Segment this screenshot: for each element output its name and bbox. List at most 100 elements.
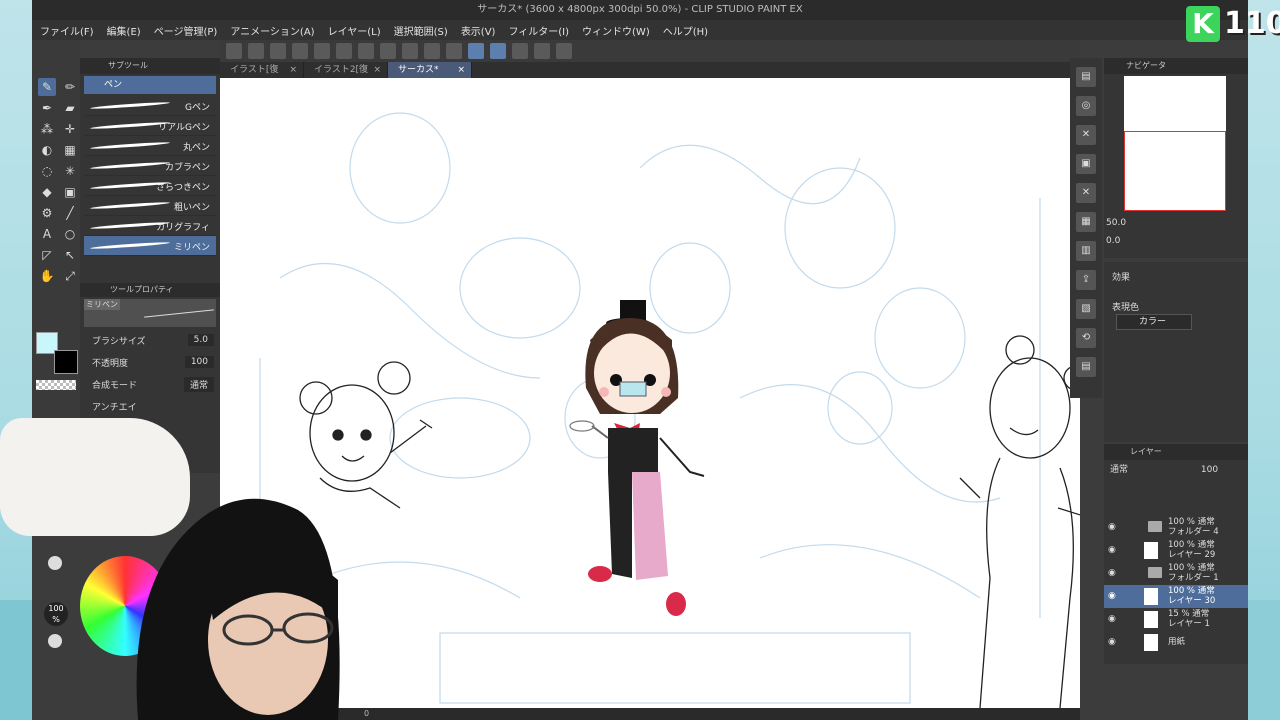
save-icon[interactable] [292,43,308,59]
history-icon[interactable]: ⟲ [1076,328,1096,348]
eyedropper-tool-icon[interactable]: ⤢ [61,267,79,285]
move-tool-icon[interactable]: ✛ [61,120,79,138]
gradient-tool-icon[interactable]: ▣ [61,183,79,201]
brush-rough-pen[interactable]: さらつきペン [84,176,216,196]
opacity-chip[interactable]: 100 % [44,602,68,626]
loading-icon[interactable] [358,43,374,59]
brush-milli-pen[interactable]: ミリペン [84,236,216,256]
transform-icon[interactable] [424,43,440,59]
subtool-group[interactable]: ペン [84,76,216,94]
slider-knob[interactable] [48,634,62,648]
menu-window[interactable]: ウィンドウ(W) [582,23,650,38]
new-file-icon[interactable] [248,43,264,59]
close-icon[interactable]: ✕ [1076,125,1096,145]
close-icon[interactable]: × [457,62,465,78]
brush-coarse-pen[interactable]: 粗いペン [84,196,216,216]
layer-row-selected[interactable]: ◉ 100 % 通常 レイヤー 30 [1104,585,1248,608]
balloon-tool-icon[interactable]: ○ [61,225,79,243]
brush-round-pen[interactable]: 丸ペン [84,136,216,156]
brush-size-value[interactable]: 5.0 [187,334,214,346]
brush-tool-icon[interactable]: ✒ [38,99,56,117]
redo-icon[interactable] [336,43,352,59]
frame-tool-icon[interactable]: ▦ [61,141,79,159]
tab-circus[interactable]: サーカス* × [388,62,472,78]
menu-help[interactable]: ヘルプ(H) [663,23,708,38]
visibility-eye-icon[interactable]: ◉ [1108,591,1116,601]
tab-illust[interactable]: イラスト[復元]*× [220,62,304,91]
visibility-eye-icon[interactable]: ◉ [1108,614,1116,624]
opacity-value[interactable]: 100 [184,356,214,368]
export-icon[interactable]: ⇪ [1076,270,1096,290]
menu-file[interactable]: ファイル(F) [40,23,94,38]
delete-icon[interactable]: ✕ [1076,183,1096,203]
transparent-color-swatch[interactable] [36,380,76,390]
expression-color-select[interactable]: カラー [1116,314,1192,330]
brush-size-row[interactable]: ブラシサイズ 5.0 [80,329,220,351]
undo-icon[interactable] [314,43,330,59]
layer-row[interactable]: ◉ 100 % 通常 フォルダー 4 [1104,516,1248,539]
pen-tool-icon[interactable]: ✎ [38,78,56,96]
grid-icon[interactable]: ▦ [1076,212,1096,232]
lasso-tool-icon[interactable]: ◌ [38,162,56,180]
visibility-eye-icon[interactable]: ◉ [1108,637,1116,647]
open-icon[interactable] [270,43,286,59]
decoration-tool-icon[interactable]: ⁂ [38,120,56,138]
ruler-snap-icon[interactable] [468,43,484,59]
menu-view[interactable]: 表示(V) [461,23,496,38]
figure-tool-icon[interactable]: ◸ [38,246,56,264]
visibility-eye-icon[interactable]: ◉ [1108,545,1116,555]
layer-row[interactable]: ◉ 100 % 通常 レイヤー 29 [1104,539,1248,562]
magic-wand-icon[interactable]: ✳ [61,162,79,180]
opacity-row[interactable]: 不透明度 100 [80,351,220,373]
size-slider[interactable] [48,556,62,648]
special-ruler-snap-icon[interactable] [490,43,506,59]
menu-animation[interactable]: アニメーション(A) [230,23,314,38]
clear-icon[interactable] [402,43,418,59]
document-icon[interactable] [534,43,550,59]
select-tool-icon[interactable]: ↖ [61,246,79,264]
menu-page[interactable]: ページ管理(P) [154,23,218,38]
pencil-tool-icon[interactable]: ✏ [61,78,79,96]
close-icon[interactable]: × [289,62,297,78]
search-icon[interactable]: ◎ [1076,96,1096,116]
fill-icon[interactable] [380,43,396,59]
layer-row-paper[interactable]: ◉ 用紙 [1104,631,1248,654]
navigator-view-frame[interactable] [1124,131,1226,211]
zoom-value[interactable]: 50.0 [1106,218,1126,228]
layer-row[interactable]: ◉ 100 % 通常 フォルダー 1 [1104,562,1248,585]
hand-tool-icon[interactable]: ✋ [38,267,56,285]
sub-color-swatch[interactable] [54,350,78,374]
menu-filter[interactable]: フィルター(I) [508,23,569,38]
brush-real-g-pen[interactable]: リアルGペン [84,116,216,136]
home-icon[interactable] [226,43,242,59]
operation-tool-icon[interactable]: ⚙ [38,204,56,222]
slider-knob[interactable] [48,556,62,570]
blend-tool-icon[interactable]: ◐ [38,141,56,159]
ruler-tool-icon[interactable]: ╱ [61,204,79,222]
image-icon[interactable]: ▣ [1076,154,1096,174]
document-icon[interactable]: ▥ [1076,241,1096,261]
grid-snap-icon[interactable] [512,43,528,59]
tab-illust2[interactable]: イラスト2[復元]*× [304,62,388,91]
antialias-row[interactable]: アンチエイ [80,395,220,417]
blend-mode-row[interactable]: 合成モード 通常 [80,373,220,395]
menu-layer[interactable]: レイヤー(L) [328,23,381,38]
layer-row[interactable]: ◉ 15 % 通常 レイヤー 1 [1104,608,1248,631]
rotation-value[interactable]: 0.0 [1106,236,1120,246]
close-icon[interactable]: × [373,62,381,78]
layer-blend-mode[interactable]: 通常 100 [1110,462,1218,475]
eraser-tool-icon[interactable]: ▰ [61,99,79,117]
fill-tool-icon[interactable]: ◆ [38,183,56,201]
grid-icon[interactable] [446,43,462,59]
brush-g-pen[interactable]: Gペン [84,96,216,116]
visibility-eye-icon[interactable]: ◉ [1108,522,1116,532]
blend-mode-select[interactable]: 通常 [183,376,214,392]
layer-icon[interactable]: ▧ [1076,299,1096,319]
menu-edit[interactable]: 編集(E) [107,23,141,38]
text-tool-icon[interactable]: A [38,225,56,243]
brush-calligraphy[interactable]: カリグラフィ [84,216,216,236]
info-icon[interactable]: ▤ [1076,357,1096,377]
menu-selection[interactable]: 選択範囲(S) [394,23,448,38]
brush-kabura-pen[interactable]: カブラペン [84,156,216,176]
visibility-eye-icon[interactable]: ◉ [1108,568,1116,578]
